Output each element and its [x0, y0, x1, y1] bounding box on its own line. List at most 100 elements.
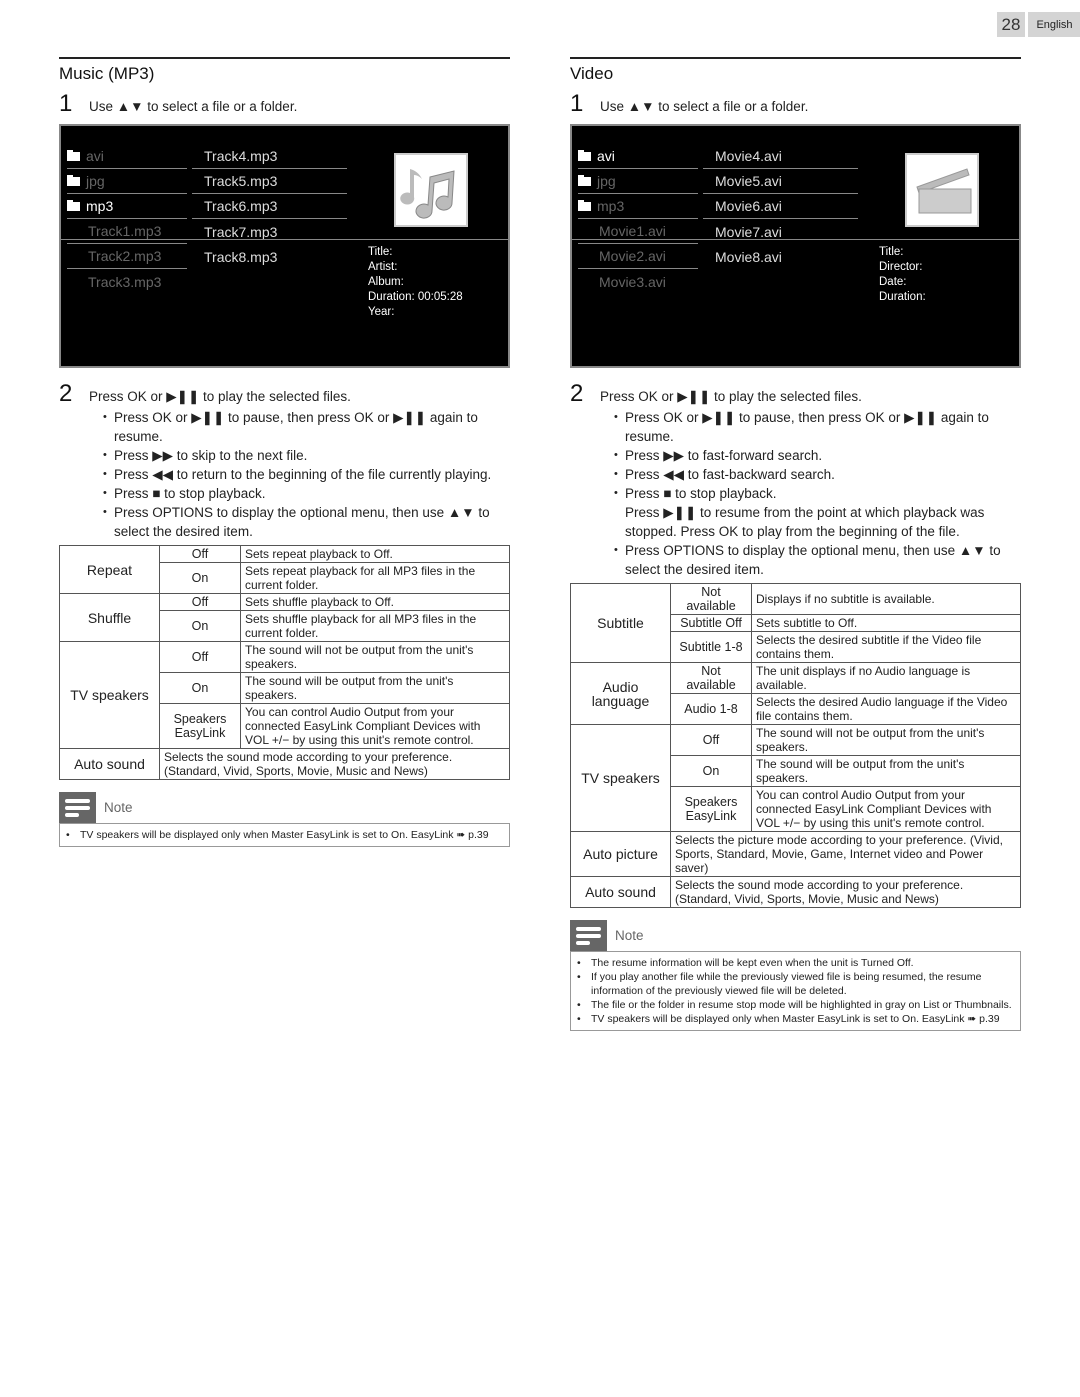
- step-text: Use ▲▼ to select a file or a folder.: [89, 99, 298, 114]
- option-description: Sets repeat playback for all MP3 files i…: [240, 562, 510, 594]
- folder-item[interactable]: mp3: [67, 194, 187, 219]
- file-info: Title: Director: Date: Duration:: [879, 245, 926, 305]
- option-value: On: [159, 610, 241, 642]
- note-label: Note: [615, 928, 644, 943]
- file-item[interactable]: Track3.mp3: [67, 269, 187, 294]
- item-label: Track1.mp3: [88, 223, 162, 239]
- note-list: TV speakers will be displayed only when …: [59, 823, 510, 847]
- option-name: Auto sound: [59, 748, 160, 780]
- file-item[interactable]: Movie8.avi: [703, 244, 858, 269]
- divider: [61, 239, 508, 240]
- table-row: Repeat Off Sets repeat playback to Off.: [59, 545, 510, 594]
- item-label: avi: [597, 148, 615, 164]
- option-description: The sound will be output from the unit's…: [751, 755, 1021, 787]
- note-icon: [570, 920, 607, 951]
- info-line: Director:: [879, 261, 923, 273]
- option-value: On: [670, 755, 752, 787]
- option-value: Off: [670, 724, 752, 756]
- section-divider: [570, 57, 1021, 59]
- option-description: Selects the picture mode according to yo…: [670, 831, 1021, 877]
- instruction-item: Press ■ to stop playback.: [103, 484, 510, 503]
- option-value: Off: [159, 641, 241, 673]
- section-divider: [59, 57, 510, 59]
- instruction-item: Press OK or ▶❚❚ to pause, then press OK …: [103, 408, 510, 446]
- file-item[interactable]: Track4.mp3: [192, 144, 347, 169]
- file-item[interactable]: Track6.mp3: [192, 194, 347, 219]
- option-description: You can control Audio Output from your c…: [240, 703, 510, 749]
- file-item[interactable]: Movie1.avi: [578, 219, 698, 244]
- file-item[interactable]: Track8.mp3: [192, 244, 347, 269]
- option-name: Repeat: [59, 545, 160, 594]
- info-line: Album:: [368, 276, 404, 288]
- item-label: Movie1.avi: [599, 223, 666, 239]
- option-description: The unit displays if no Audio language i…: [751, 662, 1021, 694]
- instruction-item: Press ▶❚❚ to resume from the point at wh…: [625, 505, 985, 539]
- item-label: avi: [86, 148, 104, 164]
- file-item[interactable]: Movie3.avi: [578, 269, 698, 294]
- language-label: English: [1028, 12, 1080, 37]
- file-item[interactable]: Track2.mp3: [67, 244, 187, 269]
- folder-item[interactable]: jpg: [67, 169, 187, 194]
- option-description: Sets shuffle playback for all MP3 files …: [240, 610, 510, 642]
- file-item[interactable]: Movie4.avi: [703, 144, 858, 169]
- note-box: Note The resume information will be kept…: [570, 920, 1021, 1031]
- clapperboard-icon: [905, 153, 979, 227]
- instruction-item: Press ◀◀ to fast-backward search.: [614, 465, 1021, 484]
- option-description: Selects the desired subtitle if the Vide…: [751, 631, 1021, 663]
- folder-icon: [67, 174, 80, 186]
- note-box: Note TV speakers will be displayed only …: [59, 792, 510, 847]
- folder-item[interactable]: mp3: [578, 194, 698, 219]
- item-label: mp3: [597, 198, 625, 214]
- option-description: Selects the desired Audio language if th…: [751, 693, 1021, 725]
- step-number: 1: [59, 90, 73, 117]
- note-item: The file or the folder in resume stop mo…: [577, 998, 1014, 1012]
- folder-icon: [578, 199, 591, 211]
- step-2: 2 Press OK or ▶❚❚ to play the selected f…: [570, 380, 1021, 408]
- file-item[interactable]: Track7.mp3: [192, 219, 347, 244]
- option-description: The sound will not be output from the un…: [240, 641, 510, 673]
- item-label: jpg: [86, 173, 105, 189]
- music-section: Music (MP3) 1 Use ▲▼ to select a file or…: [59, 57, 510, 847]
- item-label: Movie3.avi: [599, 273, 666, 290]
- note-item: TV speakers will be displayed only when …: [577, 1012, 1014, 1026]
- table-row: Auto picture Selects the picture mode acc…: [570, 831, 1021, 877]
- step-1: 1 Use ▲▼ to select a file or a folder.: [59, 90, 510, 118]
- info-line: Title:: [368, 246, 393, 258]
- folder-item[interactable]: avi: [578, 144, 698, 169]
- option-name: TV speakers: [570, 724, 671, 832]
- item-label: Track3.mp3: [88, 273, 162, 290]
- item-label: Movie2.avi: [599, 248, 666, 264]
- option-value: Off: [159, 593, 241, 611]
- option-description: Sets subtitle to Off.: [751, 614, 1021, 632]
- table-row: Auto sound Selects the sound mode accordi…: [570, 876, 1021, 908]
- table-row: Subtitle Not available Displays if no subt…: [570, 583, 1021, 663]
- table-row: TV speakers Off The sound will not be outp…: [59, 641, 510, 749]
- section-title: Music (MP3): [59, 64, 155, 83]
- file-item[interactable]: Movie6.avi: [703, 194, 858, 219]
- info-line: Artist:: [368, 261, 398, 273]
- video-browser-screen: avi jpg mp3 Movie1.avi Movie2.avi Movie3.avi …: [570, 124, 1021, 368]
- option-description: You can control Audio Output from your c…: [751, 786, 1021, 832]
- step-number: 1: [570, 90, 584, 117]
- note-item: The resume information will be kept even…: [577, 956, 1014, 970]
- file-item[interactable]: Track5.mp3: [192, 169, 347, 194]
- file-item[interactable]: Movie5.avi: [703, 169, 858, 194]
- option-name: Auto picture: [570, 831, 671, 877]
- folder-item[interactable]: avi: [67, 144, 187, 169]
- file-item[interactable]: Movie2.avi: [578, 244, 698, 269]
- option-name: Subtitle: [570, 583, 671, 663]
- note-label: Note: [104, 800, 133, 815]
- options-table: Repeat Off Sets repeat playback to Off. On S…: [59, 545, 510, 780]
- file-item[interactable]: Track1.mp3: [67, 219, 187, 244]
- option-value: Off: [159, 545, 241, 563]
- file-item[interactable]: Movie7.avi: [703, 219, 858, 244]
- option-description: The sound will not be output from the un…: [751, 724, 1021, 756]
- step-number: 2: [59, 380, 73, 407]
- file-list: Movie4.avi Movie5.avi Movie6.avi Movie7.avi…: [703, 144, 858, 269]
- item-label: mp3: [86, 198, 114, 214]
- file-info: Title: Artist: Album: Duration: 00:05:28 Yea…: [368, 245, 463, 320]
- divider: [572, 239, 1019, 240]
- folder-icon: [67, 199, 80, 211]
- step-1: 1 Use ▲▼ to select a file or a folder.: [570, 90, 1021, 118]
- folder-item[interactable]: jpg: [578, 169, 698, 194]
